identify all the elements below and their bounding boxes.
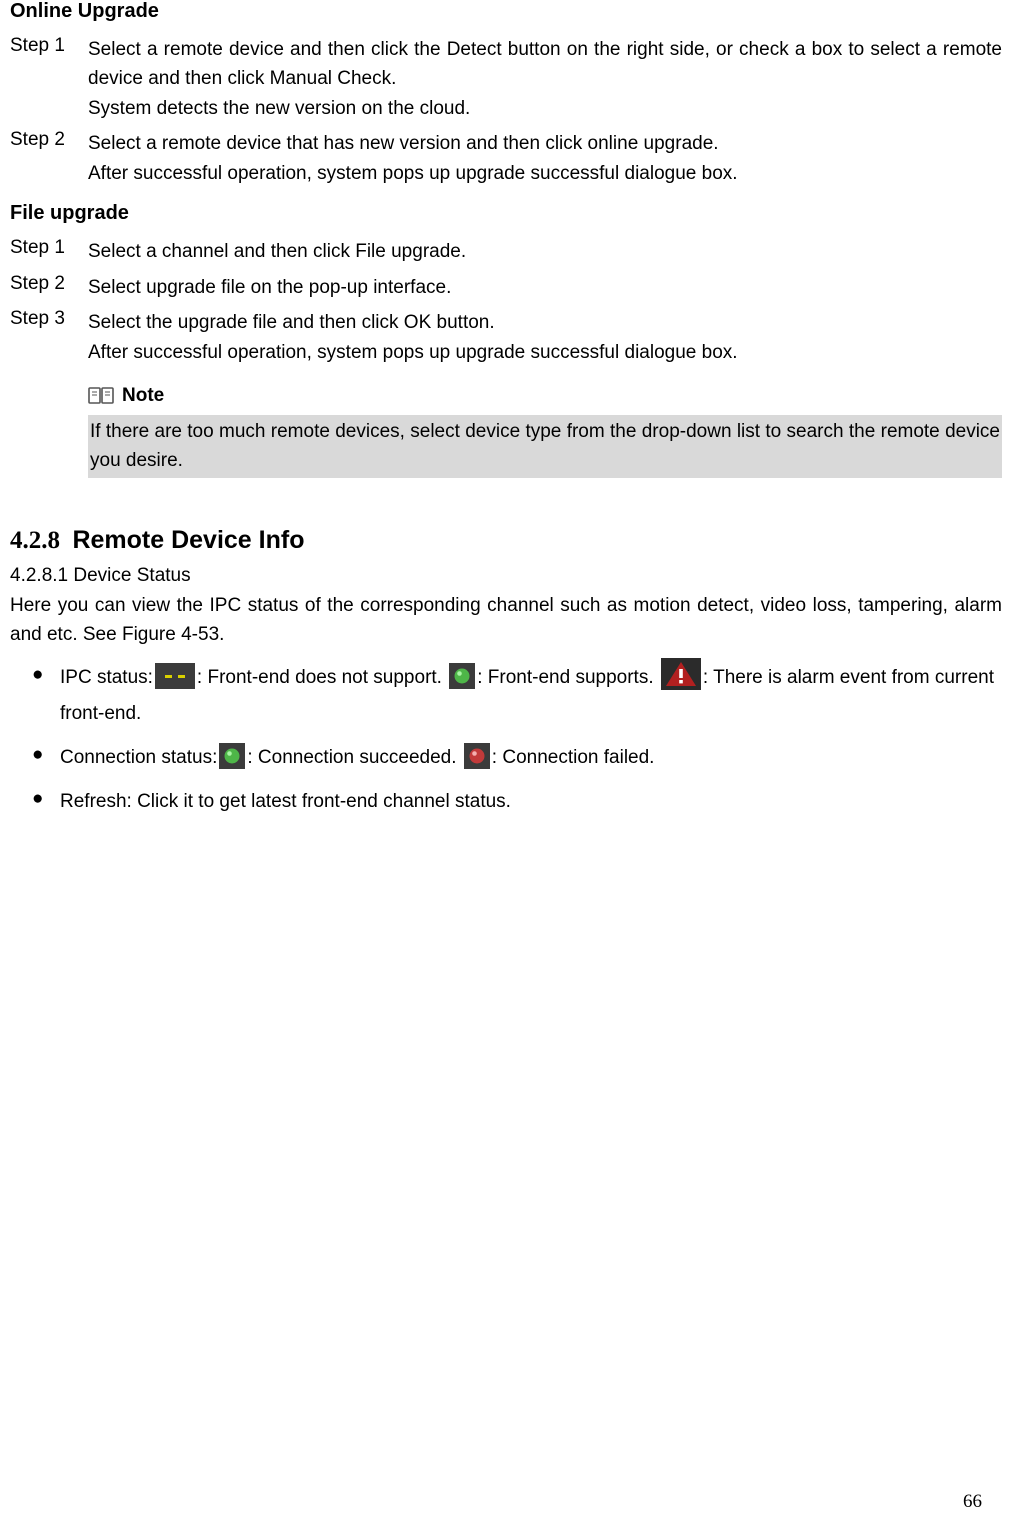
step-body: Select a remote device that has new vers… — [88, 129, 1002, 188]
status-red-dot-icon — [464, 743, 490, 769]
conn-ok-text: : Connection succeeded. — [247, 747, 461, 768]
page-number: 66 — [963, 1491, 982, 1513]
alert-triangle-icon — [661, 658, 701, 690]
step-body: Select a channel and then click File upg… — [88, 237, 1002, 266]
conn-status-prefix: Connection status: — [60, 747, 217, 768]
note-label: Note — [122, 385, 164, 407]
bullet-marker: ● — [32, 784, 60, 814]
ipc-status-prefix: IPC status: — [60, 667, 153, 688]
ipc-unsupported-text: : Front-end does not support. — [197, 667, 447, 688]
list-item: ● IPC status: : Front-end does not suppor… — [32, 660, 1002, 732]
status-unsupported-icon — [155, 663, 195, 689]
heading-online-upgrade: Online Upgrade — [10, 0, 1002, 23]
intro-paragraph: Here you can view the IPC status of the … — [10, 591, 1002, 650]
step-text: Select a remote device and then click th… — [88, 35, 1002, 94]
refresh-text: Refresh: Click it to get latest front-en… — [60, 791, 511, 812]
step-label: Step 1 — [10, 35, 88, 123]
step-row: Step 2 Select upgrade file on the pop-up… — [10, 273, 1002, 302]
step-text: After successful operation, system pops … — [88, 159, 1002, 188]
step-label: Step 3 — [10, 308, 88, 367]
step-label: Step 2 — [10, 129, 88, 188]
section-title: Remote Device Info — [72, 526, 304, 554]
note-box: If there are too much remote devices, se… — [88, 415, 1002, 478]
note-header: Note — [88, 385, 1002, 407]
step-text: Select the upgrade file and then click O… — [88, 308, 1002, 337]
step-row: Step 2 Select a remote device that has n… — [10, 129, 1002, 188]
section-heading: 4.2.8 Remote Device Info — [10, 526, 1002, 555]
step-body: Select the upgrade file and then click O… — [88, 308, 1002, 367]
list-item: ● Refresh: Click it to get latest front-… — [32, 784, 1002, 820]
bullet-list: ● IPC status: : Front-end does not suppor… — [32, 660, 1002, 820]
step-text: After successful operation, system pops … — [88, 338, 1002, 367]
bullet-body: IPC status: : Front-end does not support.… — [60, 660, 1002, 732]
step-body: Select upgrade file on the pop-up interf… — [88, 273, 1002, 302]
status-green-dot-icon — [449, 663, 475, 689]
section-number: 4.2.8 — [10, 527, 60, 554]
step-row: Step 1 Select a remote device and then c… — [10, 35, 1002, 123]
step-text: Select a channel and then click File upg… — [88, 237, 1002, 266]
step-label: Step 2 — [10, 273, 88, 302]
heading-file-upgrade: File upgrade — [10, 202, 1002, 225]
step-body: Select a remote device and then click th… — [88, 35, 1002, 123]
step-label: Step 1 — [10, 237, 88, 266]
step-text: System detects the new version on the cl… — [88, 94, 1002, 123]
subsection-heading: 4.2.8.1 Device Status — [10, 565, 1002, 587]
step-row: Step 1 Select a channel and then click F… — [10, 237, 1002, 266]
book-open-icon — [88, 385, 114, 407]
bullet-marker: ● — [32, 740, 60, 770]
step-text: Select upgrade file on the pop-up interf… — [88, 273, 1002, 302]
status-green-dot-icon — [219, 743, 245, 769]
step-row: Step 3 Select the upgrade file and then … — [10, 308, 1002, 367]
bullet-body: Connection status: : Connection succeeded… — [60, 740, 1002, 776]
bullet-marker: ● — [32, 660, 60, 690]
conn-fail-text: : Connection failed. — [492, 747, 655, 768]
list-item: ● Connection status: : Connection succeed… — [32, 740, 1002, 776]
ipc-supports-text: : Front-end supports. — [477, 667, 659, 688]
step-text: Select a remote device that has new vers… — [88, 129, 1002, 158]
bullet-body: Refresh: Click it to get latest front-en… — [60, 784, 1002, 820]
